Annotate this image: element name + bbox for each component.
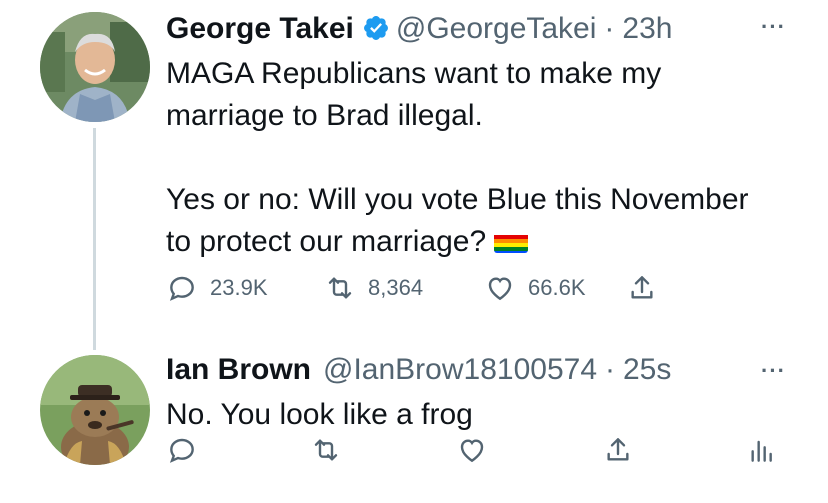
- like-button[interactable]: [456, 434, 488, 466]
- heart-icon: [488, 277, 512, 301]
- rainbow-flag-icon: [494, 229, 529, 253]
- timestamp[interactable]: 25s: [623, 353, 671, 387]
- tweet-text-line: marriage to Brad illegal.: [166, 99, 483, 132]
- tweet-george-takei[interactable]: George Takei @GeorgeTakei · 23h ··· MAGA…: [0, 0, 828, 350]
- share-button[interactable]: [602, 434, 634, 466]
- reply-button[interactable]: [166, 434, 198, 466]
- reply-icon: [169, 276, 194, 301]
- like-count: 66.6K: [528, 275, 586, 300]
- user-handle[interactable]: @IanBrow18100574: [323, 353, 597, 387]
- retweet-button[interactable]: 8,364: [324, 272, 484, 304]
- separator-dot: ·: [605, 353, 615, 386]
- tweet-text-line: to protect our marriage?: [166, 221, 749, 263]
- share-icon: [607, 438, 629, 461]
- tweet-ian-brown[interactable]: Ian Brown @IanBrow18100574 · 25s ··· No.…: [0, 340, 828, 503]
- avatar-george-takei[interactable]: [40, 12, 150, 122]
- analytics-button[interactable]: [746, 434, 778, 466]
- share-icon: [631, 276, 653, 299]
- user-handle[interactable]: @GeorgeTakei: [396, 12, 597, 46]
- tweet-text-line: MAGA Republicans want to make my: [166, 57, 662, 90]
- display-name[interactable]: Ian Brown: [166, 353, 311, 387]
- retweet-count: 8,364: [368, 275, 424, 300]
- tweet-text-line: Yes or no: Will you vote Blue this Novem…: [166, 183, 749, 216]
- tweet-text: MAGA Republicans want to make my marriag…: [166, 53, 749, 263]
- verified-badge-icon: [362, 14, 390, 42]
- more-options-icon[interactable]: ···: [761, 14, 786, 40]
- separator-dot: ·: [604, 12, 615, 45]
- analytics-icon: [751, 440, 772, 462]
- more-options-icon[interactable]: ···: [761, 358, 786, 384]
- thread-line: [93, 128, 96, 350]
- timestamp[interactable]: 23h: [622, 12, 672, 46]
- avatar-ian-brown[interactable]: [40, 355, 150, 465]
- display-name[interactable]: George Takei: [166, 12, 354, 46]
- heart-icon: [460, 439, 484, 463]
- retweet-icon: [328, 277, 352, 299]
- like-button[interactable]: 66.6K: [484, 272, 626, 304]
- tweet-text: No. You look like a frog: [166, 398, 473, 431]
- reply-count: 23.9K: [210, 275, 268, 300]
- tweet-header: George Takei @GeorgeTakei · 23h: [166, 10, 672, 46]
- tweet-header: Ian Brown @IanBrow18100574 · 25s: [166, 353, 671, 387]
- share-button[interactable]: [626, 272, 658, 304]
- tweet-actions: 23.9K 8,364 66.6K: [166, 272, 658, 304]
- retweet-icon: [314, 439, 338, 461]
- retweet-button[interactable]: [310, 434, 342, 466]
- reply-button[interactable]: 23.9K: [166, 272, 324, 304]
- reply-icon: [169, 438, 194, 463]
